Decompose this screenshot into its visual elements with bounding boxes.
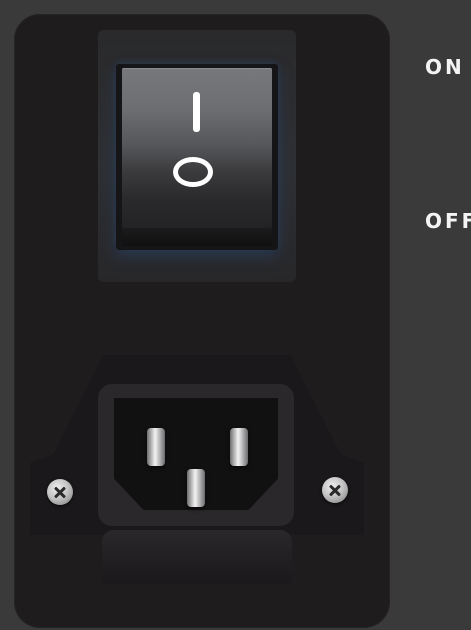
power-inlet-base [102, 530, 292, 584]
line-pin [147, 428, 165, 466]
off-label: OFF [425, 209, 471, 233]
off-symbol-mark [173, 157, 213, 187]
rocker-switch-lip [122, 228, 272, 246]
screw-icon [47, 479, 73, 505]
on-label: ON [425, 55, 465, 79]
neutral-pin [230, 428, 248, 466]
screw-icon [322, 477, 348, 503]
on-symbol-mark [193, 92, 200, 132]
earth-pin [187, 469, 205, 507]
power-panel-page: ON OFF [0, 0, 471, 630]
